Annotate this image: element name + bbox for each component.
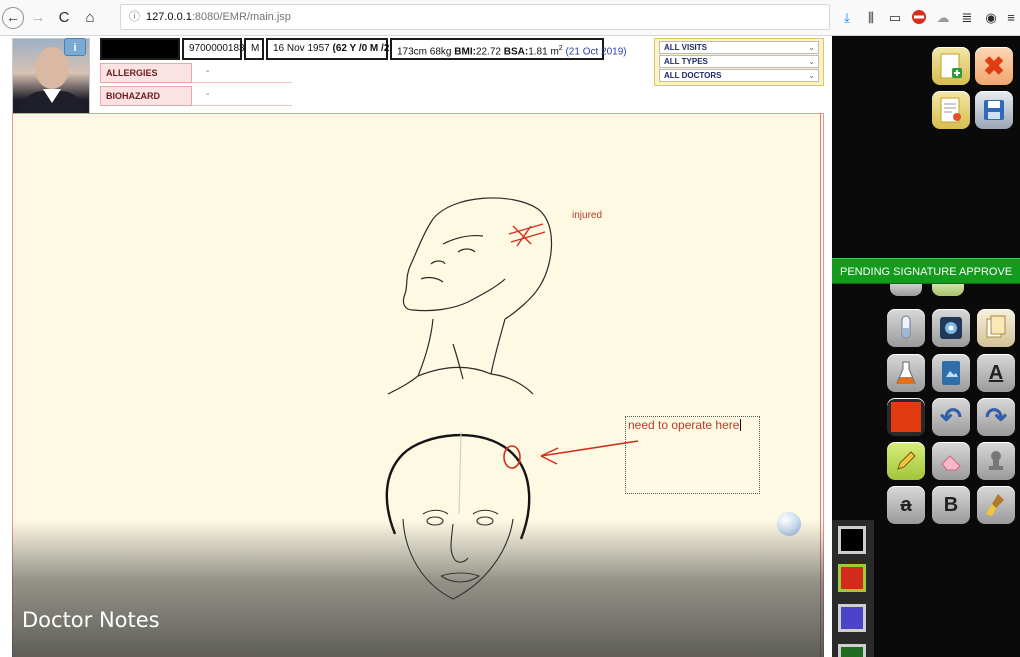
arrow-annotation	[540, 440, 639, 465]
sketch-layer	[385, 197, 639, 600]
url-host: 127.0.0.1	[146, 11, 192, 23]
height-weight: 173cm 68kg	[397, 46, 452, 58]
annotation-text: need to operate here	[628, 418, 740, 432]
bmi-value: 22.72	[475, 46, 501, 58]
chevron-down-icon: ⌄	[808, 71, 815, 80]
browser-toolbar: ← → C ⌂ ⓘ 127.0.0.1:8080/EMR/main.jsp ⤓ ⫼…	[0, 0, 1020, 36]
circle-mark	[503, 445, 521, 469]
id-card-icon[interactable]: i	[64, 38, 86, 56]
strikethrough-icon[interactable]: a	[887, 486, 925, 524]
page-title: Doctor Notes	[22, 608, 160, 632]
allergies-row[interactable]: ALLERGIES -	[100, 63, 292, 83]
swatch-red[interactable]	[838, 564, 866, 592]
bookmarks-icon[interactable]: ≣	[958, 9, 976, 27]
document-copy-icon[interactable]	[977, 309, 1015, 347]
biohazard-value: -	[206, 89, 210, 100]
canvas-gutter	[0, 113, 12, 657]
bold-icon[interactable]: B	[932, 486, 970, 524]
head-sketch-upper	[387, 197, 553, 395]
url-bar[interactable]: ⓘ 127.0.0.1:8080/EMR/main.jsp	[120, 4, 830, 30]
menu-icon[interactable]: ≡	[1004, 9, 1018, 27]
swatch-blue[interactable]	[838, 604, 866, 632]
visits-select[interactable]: ALL VISITS ⌄	[659, 41, 819, 54]
forward-icon[interactable]: →	[30, 7, 46, 29]
flask-icon[interactable]	[887, 354, 925, 392]
allergies-label: ALLERGIES	[100, 63, 192, 83]
types-select[interactable]: ALL TYPES ⌄	[659, 55, 819, 68]
brush-icon[interactable]	[977, 486, 1015, 524]
xray-icon[interactable]	[932, 309, 970, 347]
color-palette	[832, 520, 874, 657]
biohazard-row[interactable]: BIOHAZARD -	[100, 86, 292, 106]
canvas-border	[820, 113, 821, 657]
redo-icon[interactable]: ↷	[977, 398, 1015, 436]
undo-icon[interactable]: ↶	[932, 398, 970, 436]
strike-tool-label: a	[900, 494, 912, 516]
close-icon[interactable]: ✖	[975, 47, 1013, 85]
patient-mrn: 9700000183	[182, 38, 245, 60]
reload-icon[interactable]: C	[55, 7, 73, 29]
chevron-down-icon: ⌄	[808, 43, 815, 52]
patient-name-redacted	[100, 38, 180, 60]
back-icon[interactable]: ←	[2, 7, 24, 29]
vitals-date[interactable]: (21 Oct 2019)	[565, 46, 626, 57]
filter-panel: ALL VISITS ⌄ ALL TYPES ⌄ ALL DOCTORS ⌄	[654, 38, 824, 86]
swatch-green[interactable]	[838, 644, 866, 657]
extension-icon[interactable]: ☁	[934, 9, 952, 27]
bsa-value: 1.81 m	[528, 46, 559, 58]
doctors-select-value: ALL DOCTORS	[664, 71, 722, 80]
chevron-down-icon: ⌄	[808, 57, 815, 66]
allergies-value: -	[206, 66, 210, 77]
account-icon[interactable]: ◉	[982, 9, 1000, 27]
partial-tool-icon[interactable]	[890, 282, 922, 296]
biohazard-label: BIOHAZARD	[100, 86, 192, 106]
head-sketch-lower	[385, 433, 531, 540]
pencil-icon[interactable]	[887, 442, 925, 480]
patient-dob: 16 Nov 1957 (62 Y /0 M /2 D)	[266, 38, 403, 60]
bold-tool-label: B	[943, 494, 959, 516]
save-icon[interactable]	[975, 91, 1013, 129]
note-edit-icon[interactable]	[932, 91, 970, 129]
bsa-label: BSA:	[503, 46, 529, 58]
doctors-select[interactable]: ALL DOCTORS ⌄	[659, 69, 819, 82]
download-icon[interactable]: ⤓	[838, 9, 856, 27]
injured-annotation: injured	[572, 210, 603, 221]
bsa-unit-sup: 2	[558, 45, 563, 52]
app-root: ← → C ⌂ ⓘ 127.0.0.1:8080/EMR/main.jsp ⤓ ⫼…	[0, 0, 1020, 657]
color-fill-icon[interactable]	[887, 398, 925, 436]
stamp-icon[interactable]	[977, 442, 1015, 480]
patient-sex: M	[244, 38, 264, 60]
injury-mark	[508, 223, 546, 247]
drawing-canvas[interactable]	[12, 113, 824, 657]
library-icon[interactable]: ⫼	[862, 9, 880, 27]
swatch-black[interactable]	[838, 526, 866, 554]
chat-bubble-icon[interactable]	[777, 512, 801, 536]
visits-select-value: ALL VISITS	[664, 43, 707, 52]
types-select-value: ALL TYPES	[664, 57, 708, 66]
adblock-icon[interactable]	[910, 9, 928, 27]
text-cursor	[740, 419, 742, 431]
url-path: :8080/EMR/main.jsp	[191, 11, 291, 23]
partial-image-tool-icon[interactable]	[932, 282, 964, 296]
bmi-label: BMI:	[454, 46, 476, 58]
lab-tube-icon[interactable]	[887, 309, 925, 347]
site-info-icon[interactable]: ⓘ	[129, 11, 140, 23]
annotation-text-box[interactable]: need to operate here	[625, 416, 760, 494]
dob-date: 16 Nov 1957	[273, 43, 330, 54]
new-note-icon[interactable]	[932, 47, 970, 85]
fill-color-square	[891, 402, 921, 432]
text-tool-icon[interactable]: A	[977, 354, 1015, 392]
text-tool-label: A	[988, 362, 1004, 384]
reader-icon[interactable]: ▭	[886, 9, 904, 27]
patient-vitals: 173cm 68kg BMI:22.72 BSA:1.81 m2 (21 Oct…	[390, 38, 627, 60]
eraser-icon[interactable]	[932, 442, 970, 480]
home-icon[interactable]: ⌂	[80, 7, 100, 29]
pending-signature-banner[interactable]: PENDING SIGNATURE APPROVE	[832, 258, 1020, 284]
image-import-icon[interactable]	[932, 354, 970, 392]
face-sketch-lower	[402, 431, 514, 600]
